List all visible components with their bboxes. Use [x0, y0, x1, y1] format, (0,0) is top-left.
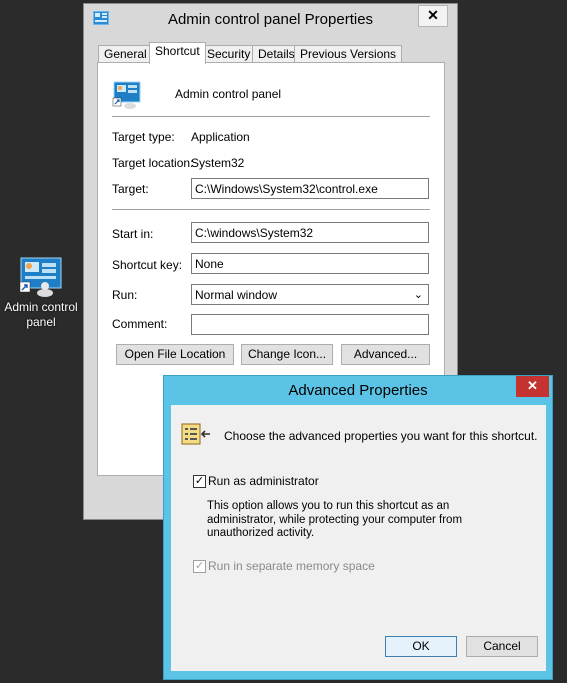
advanced-button[interactable]: Advanced...	[341, 344, 430, 365]
close-icon: ✕	[527, 378, 538, 393]
tab-shortcut[interactable]: Shortcut	[149, 42, 206, 64]
close-button[interactable]: ✕	[418, 5, 448, 27]
chevron-down-icon: ⌄	[413, 289, 423, 301]
advanced-properties-icon	[181, 422, 213, 446]
shortcut-name: Admin control panel	[175, 87, 282, 101]
shortcut-key-label: Shortcut key:	[112, 258, 183, 272]
desktop-icon-label: Admin control panel	[4, 300, 78, 329]
target-location-value: System32	[191, 156, 245, 170]
shortcut-key-field[interactable]: None	[191, 253, 429, 274]
run-select[interactable]: Normal window ⌄	[191, 284, 429, 305]
run-as-administrator-checkbox[interactable]: ✓	[193, 475, 206, 488]
target-field[interactable]: C:\Windows\System32\control.exe	[191, 178, 429, 199]
close-icon: ✕	[427, 7, 439, 23]
control-panel-icon	[17, 256, 65, 298]
tab-previous-versions[interactable]: Previous Versions	[294, 45, 403, 63]
run-label: Run:	[112, 288, 138, 302]
dialog-body: Choose the advanced properties you want …	[171, 405, 546, 671]
target-type-label: Target type:	[112, 130, 175, 144]
change-icon-button[interactable]: Change Icon...	[241, 344, 333, 365]
target-label: Target:	[112, 182, 149, 196]
desktop-shortcut-admin-control-panel[interactable]: Admin control panel	[2, 256, 80, 330]
target-type-value: Application	[191, 130, 250, 144]
separate-memory-label: Run in separate memory space	[208, 559, 375, 573]
shortcut-icon	[112, 81, 142, 109]
window-title: Admin control panel Properties	[167, 11, 374, 28]
divider	[112, 209, 430, 210]
run-as-administrator-label: Run as administrator	[208, 474, 319, 488]
start-in-field[interactable]: C:\windows\System32	[191, 222, 429, 243]
divider	[112, 116, 430, 117]
run-select-value: Normal window	[195, 288, 278, 302]
tab-general[interactable]: General	[98, 45, 153, 63]
start-in-label: Start in:	[112, 227, 154, 241]
properties-titlebar[interactable]: Admin control panel Properties ✕	[84, 4, 457, 34]
target-location-label: Target location:	[112, 156, 194, 170]
dialog-title: Advanced Properties	[288, 382, 428, 399]
ok-button[interactable]: OK	[385, 636, 457, 657]
open-file-location-button[interactable]: Open File Location	[116, 344, 234, 365]
checkmark-icon: ✓	[194, 475, 205, 487]
tab-security[interactable]: Security	[201, 45, 257, 63]
close-button[interactable]: ✕	[516, 376, 549, 397]
advanced-properties-dialog: Advanced Properties ✕ Choose the advance…	[163, 375, 553, 680]
run-as-administrator-description: This option allows you to run this short…	[207, 500, 463, 539]
cancel-button[interactable]: Cancel	[466, 636, 538, 657]
comment-field[interactable]	[191, 314, 429, 335]
separate-memory-checkbox[interactable]: ✓	[193, 560, 206, 573]
comment-label: Comment:	[112, 317, 168, 331]
checkmark-icon: ✓	[194, 560, 205, 572]
dialog-prompt: Choose the advanced properties you want …	[224, 429, 538, 443]
